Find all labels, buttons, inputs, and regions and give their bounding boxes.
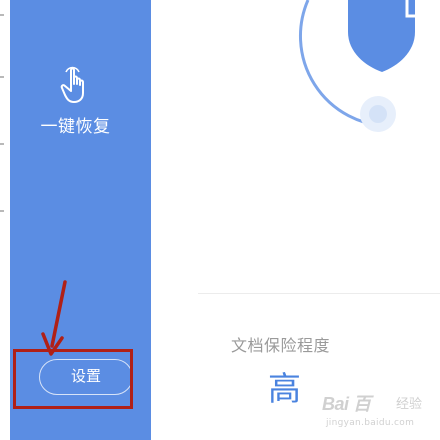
- edge-tick: [0, 210, 4, 212]
- annotation-arrow-icon: [41, 280, 67, 356]
- annotation-highlight-box: [13, 349, 133, 409]
- shield-icon: [298, 0, 434, 132]
- app-window: 一键恢复 设置 文档保险程度 高 Bai 百 经验 jingyan.baidu.…: [0, 0, 440, 440]
- watermark-suffix: 经验: [396, 397, 423, 412]
- watermark-url: jingyan.baidu.com: [326, 418, 415, 428]
- edge-tick: [0, 76, 4, 78]
- baidu-watermark: Bai 百 经验 jingyan.baidu.com: [322, 388, 437, 436]
- protection-level-label: 文档保险程度: [231, 336, 331, 355]
- touch-hand-icon: [60, 66, 84, 103]
- sidebar-item-label: 一键恢复: [40, 117, 111, 137]
- protection-level-value: 高: [268, 369, 301, 408]
- left-edge-strip: [0, 0, 10, 440]
- content-divider: [198, 293, 440, 294]
- sidebar-item-restore[interactable]: 一键恢复: [10, 60, 151, 140]
- edge-tick: [0, 14, 4, 16]
- watermark-brand: Bai 百: [322, 394, 371, 414]
- edge-tick: [0, 143, 4, 145]
